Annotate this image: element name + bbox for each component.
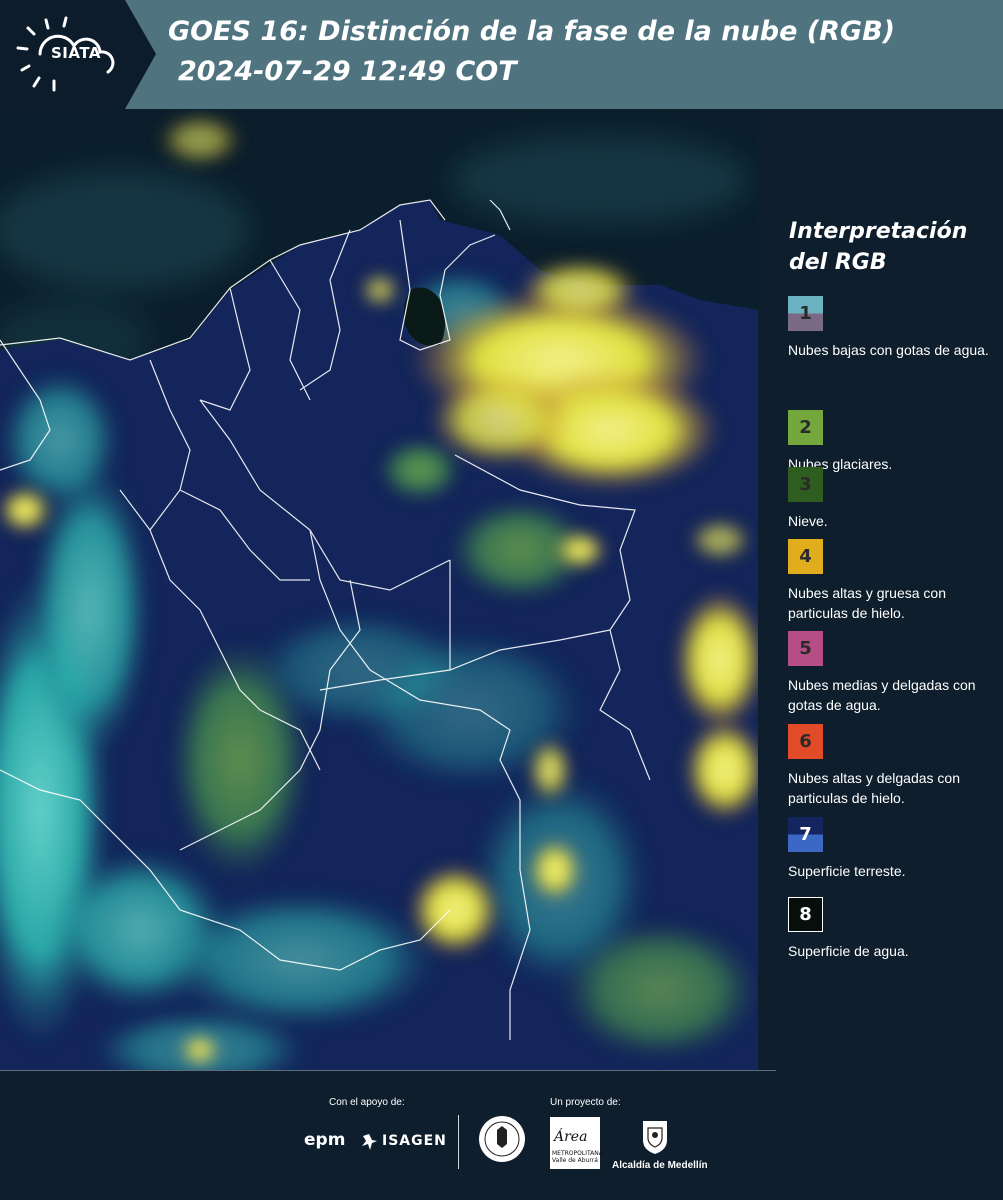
epm-logo[interactable]: epm bbox=[304, 1130, 345, 1150]
legend-item: 7 Superficie terreste. bbox=[788, 817, 998, 881]
legend-swatch: 4 bbox=[788, 539, 823, 574]
legend-item: 2 Nubes glaciares. bbox=[788, 410, 998, 474]
legend-label: Superficie terreste. bbox=[788, 863, 906, 879]
legend-item: 1 Nubes bajas con gotas de agua. bbox=[788, 296, 998, 360]
isagen-logo[interactable]: ISAGEN bbox=[382, 1133, 447, 1149]
legend-panel: Interpretación del RGB 1 Nubes bajas con … bbox=[770, 110, 1003, 1070]
legend-item: 4 Nubes altas y gruesa con particulas de … bbox=[788, 539, 998, 623]
footer: Con el apoyo de: Un proyecto de: epm ISA… bbox=[0, 1070, 1003, 1200]
satellite-map[interactable] bbox=[0, 110, 758, 1070]
legend-swatch: 5 bbox=[788, 631, 823, 666]
legend-title: Interpretación del RGB bbox=[789, 219, 968, 275]
legend-number: 6 bbox=[799, 731, 812, 752]
legend-swatch: 1 bbox=[788, 296, 823, 331]
legend-swatch: 2 bbox=[788, 410, 823, 445]
legend-number: 3 bbox=[799, 474, 812, 495]
project-label: Un proyecto de: bbox=[550, 1097, 621, 1108]
legend-item: 8 Superficie de agua. bbox=[788, 897, 998, 961]
header: SIATA GOES 16: Distinción de la fase de … bbox=[0, 0, 1003, 109]
legend-swatch: 3 bbox=[788, 467, 823, 502]
page-title: GOES 16: Distinción de la fase de la nub… bbox=[168, 16, 895, 47]
area-logo-text: Área bbox=[554, 1129, 588, 1145]
legend-item: 3 Nieve. bbox=[788, 467, 998, 531]
siata-logo[interactable]: SIATA bbox=[0, 0, 156, 109]
legend-number: 1 bbox=[799, 303, 812, 324]
legend-item: 5 Nubes medias y delgadas con gotas de ag… bbox=[788, 631, 998, 715]
legend-number: 4 bbox=[799, 546, 812, 567]
logo-label: SIATA bbox=[50, 44, 101, 62]
university-seal-icon[interactable] bbox=[477, 1114, 527, 1164]
logo-divider bbox=[458, 1115, 459, 1169]
medellin-shield-icon bbox=[643, 1121, 667, 1154]
isagen-icon bbox=[362, 1134, 377, 1150]
area-metropolitana-logo[interactable]: Área METROPOLITANA Valle de Aburrá bbox=[550, 1117, 603, 1169]
legend-swatch: 8 bbox=[788, 897, 823, 932]
legend-label: Nieve. bbox=[788, 513, 828, 529]
legend-number: 8 bbox=[799, 904, 812, 925]
rgb-composite-image bbox=[0, 110, 758, 1070]
alcaldia-medellin-logo[interactable]: Alcaldía de Medellín bbox=[612, 1160, 708, 1171]
area-logo-subtitle: METROPOLITANA Valle de Aburrá bbox=[552, 1150, 603, 1164]
legend-item: 6 Nubes altas y delgadas con particulas d… bbox=[788, 724, 998, 808]
legend-label: Nubes altas y gruesa con particulas de h… bbox=[788, 585, 946, 621]
legend-number: 2 bbox=[799, 417, 812, 438]
legend-label: Nubes altas y delgadas con particulas de… bbox=[788, 770, 960, 806]
legend-number: 7 bbox=[799, 824, 812, 845]
legend-swatch: 6 bbox=[788, 724, 823, 759]
legend-label: Superficie de agua. bbox=[788, 943, 909, 959]
legend-label: Nubes medias y delgadas con gotas de agu… bbox=[788, 677, 976, 713]
footer-divider bbox=[0, 1070, 776, 1071]
legend-number: 5 bbox=[799, 638, 812, 659]
legend-label: Nubes bajas con gotas de agua. bbox=[788, 342, 989, 358]
timestamp: 2024-07-29 12:49 COT bbox=[178, 56, 517, 87]
support-label: Con el apoyo de: bbox=[329, 1097, 405, 1108]
legend-swatch: 7 bbox=[788, 817, 823, 852]
